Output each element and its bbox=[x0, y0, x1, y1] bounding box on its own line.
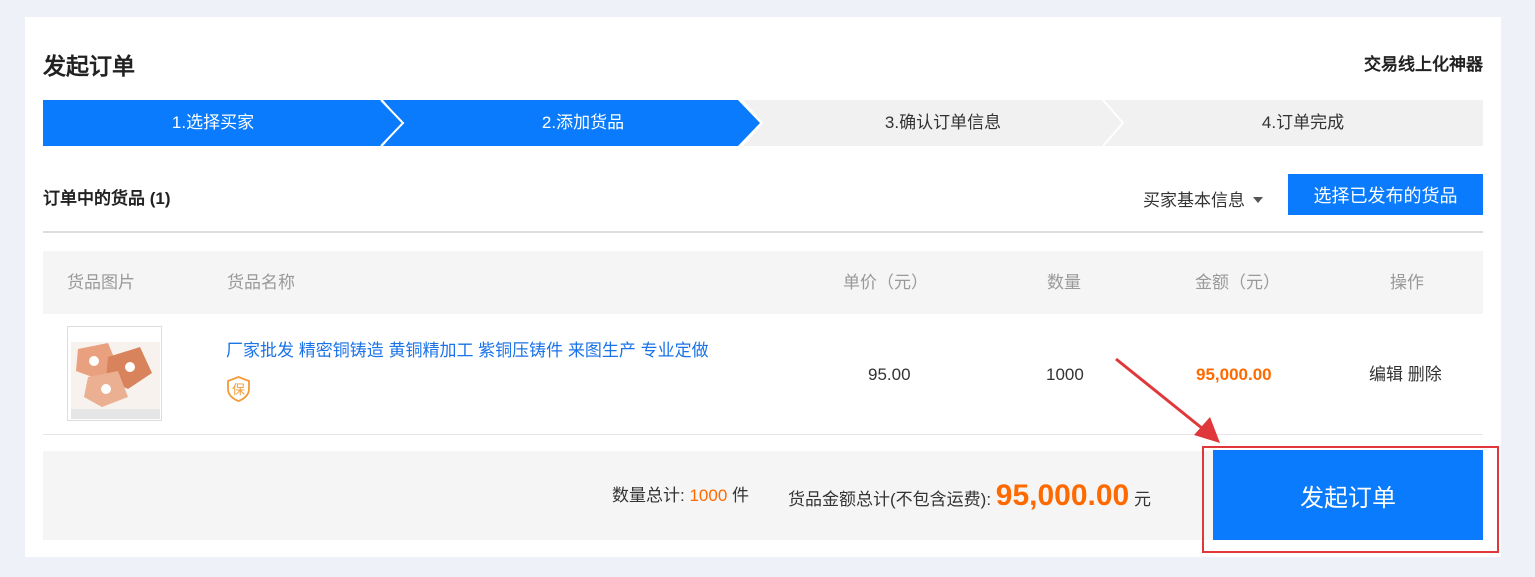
quantity-value: 1000 bbox=[1046, 365, 1084, 384]
amount-total: 货品金额总计(不包含运费): 95,000.00 元 bbox=[788, 451, 1151, 540]
guarantee-badge-icon: 保 bbox=[227, 376, 250, 402]
caret-down-icon bbox=[1253, 197, 1263, 203]
step-2: 2.添加货品 bbox=[541, 113, 625, 132]
amount-total-value: 95,000.00 bbox=[995, 479, 1130, 512]
product-image bbox=[68, 327, 161, 420]
product-name-link[interactable]: 厂家批发 精密铜铸造 黄铜精加工 紫铜压铸件 来图生产 专业定做 bbox=[226, 336, 709, 361]
delete-link[interactable]: 删除 bbox=[1408, 365, 1442, 384]
col-operation: 操作 bbox=[1390, 273, 1424, 292]
col-quantity: 数量 bbox=[1047, 273, 1081, 292]
step-4: 4.订单完成 bbox=[1261, 113, 1345, 132]
edit-link[interactable]: 编辑 bbox=[1369, 365, 1403, 384]
quantity-total-label: 数量总计: bbox=[612, 486, 685, 505]
col-amount: 金额（元） bbox=[1195, 273, 1280, 292]
quantity-total-value: 1000 bbox=[689, 486, 728, 505]
col-price: 单价（元） bbox=[843, 273, 928, 292]
buyer-info-label: 买家基本信息 bbox=[1143, 191, 1245, 210]
quantity-total: 数量总计: 1000 件 bbox=[612, 451, 749, 540]
step-3: 3.确认订单信息 bbox=[884, 113, 1002, 132]
col-name: 货品名称 bbox=[227, 273, 295, 292]
unit-price: 95.00 bbox=[868, 365, 911, 384]
slogan: 交易线上化神器 bbox=[1364, 55, 1483, 74]
progress-stepper: 1.选择买家 2.添加货品 3.确认订单信息 4.订单完成 bbox=[43, 100, 1483, 146]
amount-total-label: 货品金额总计(不包含运费): bbox=[788, 490, 992, 509]
col-image: 货品图片 bbox=[67, 273, 135, 292]
step-1: 1.选择买家 bbox=[171, 113, 255, 132]
badge-text: 保 bbox=[232, 383, 245, 398]
select-published-goods-button[interactable]: 选择已发布的货品 bbox=[1288, 174, 1483, 215]
amount-total-unit: 元 bbox=[1133, 490, 1151, 509]
quantity-total-unit: 件 bbox=[732, 486, 750, 505]
annotation-arrow-icon bbox=[1115, 357, 1220, 443]
operations: 编辑 删除 bbox=[1369, 314, 1442, 435]
submit-order-button[interactable]: 发起订单 bbox=[1213, 450, 1483, 540]
buyer-info-dropdown[interactable]: 买家基本信息 bbox=[1143, 186, 1263, 211]
table-row: 厂家批发 精密铜铸造 黄铜精加工 紫铜压铸件 来图生产 专业定做 保 95.00… bbox=[43, 314, 1483, 435]
product-thumbnail[interactable] bbox=[67, 326, 162, 421]
divider bbox=[43, 231, 1483, 233]
table-header: 货品图片 货品名称 单价（元） 数量 金额（元） 操作 bbox=[43, 251, 1483, 314]
page-title: 发起订单 bbox=[43, 53, 135, 79]
goods-section-title: 订单中的货品 (1) bbox=[43, 189, 171, 208]
